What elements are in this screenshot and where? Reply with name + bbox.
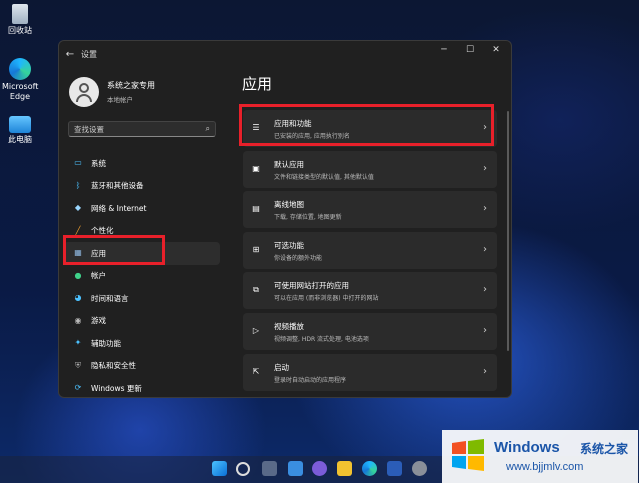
sidebar-item-gaming[interactable]: ◉ 游戏 (64, 310, 220, 333)
desktop-icon-edge[interactable]: Microsoft Edge (2, 58, 38, 102)
task-view-icon[interactable] (262, 461, 277, 476)
search-input[interactable]: 查找设置 ⌕ (68, 121, 216, 137)
watermark-brand: Windows (494, 439, 560, 456)
card-optional-features[interactable]: ⊞ 可选功能 你设备的额外功能 › (243, 231, 497, 269)
widgets-icon[interactable] (288, 461, 303, 476)
card-title: 视频播放 (274, 321, 304, 331)
chevron-right-icon: › (483, 324, 487, 336)
card-offline-maps[interactable]: ▤ 离线地图 下载, 存储位置, 地图更新 › (243, 191, 497, 229)
sidebar-item-network[interactable]: ◆ 网络 & Internet (64, 197, 220, 220)
card-title: 可选功能 (274, 240, 304, 250)
sidebar-item-label: 帐户 (91, 271, 106, 281)
card-description: 视频调整, HDR 流式处理, 电池选项 (274, 335, 369, 343)
maximize-button[interactable]: ☐ (457, 45, 483, 55)
chevron-right-icon: › (483, 284, 487, 296)
card-startup[interactable]: ⇱ 启动 登录时自动启动的应用程序 › (243, 353, 497, 391)
card-title: 可使用网站打开的应用 (274, 281, 349, 291)
default-apps-icon: ▣ (252, 163, 260, 173)
sidebar-item-label: 系统 (91, 158, 106, 168)
desktop-icon-label: 此电脑 (8, 135, 32, 144)
sidebar-item-system[interactable]: ▭ 系统 (64, 152, 220, 175)
map-icon: ▤ (252, 204, 260, 214)
sidebar-item-label: 游戏 (91, 316, 106, 326)
start-icon[interactable] (212, 461, 227, 476)
video-icon: ▷ (252, 325, 260, 335)
optional-features-icon: ⊞ (252, 244, 260, 254)
profile-name: 系统之家专用 (107, 81, 155, 90)
scrollbar[interactable] (507, 111, 509, 351)
sidebar-item-windows-update[interactable]: ⟳ Windows 更新 (64, 377, 220, 397)
bluetooth-icon: ᛒ (75, 180, 81, 190)
avatar (69, 77, 99, 107)
card-title: 离线地图 (274, 200, 304, 210)
chevron-right-icon: › (483, 162, 487, 174)
card-description: 文件和链接类型的默认值, 其他默认值 (274, 173, 374, 181)
edge-icon (9, 58, 31, 80)
chevron-right-icon: › (483, 365, 487, 377)
window-title: 设置 (81, 49, 97, 59)
minimize-button[interactable]: ─ (431, 45, 457, 55)
globe-clock-icon: ◕ (74, 293, 82, 303)
settings-window: ← 设置 ─ ☐ ✕ 系统之家专用 本地帐户 查找设置 ⌕ ▭ 系统 ᛒ 蓝牙和其他… (58, 40, 512, 398)
page-title: 应用 (242, 75, 273, 93)
sidebar-item-label: 网络 & Internet (91, 203, 147, 213)
sidebar-item-bluetooth[interactable]: ᛒ 蓝牙和其他设备 (64, 175, 220, 198)
card-video-playback[interactable]: ▷ 视频播放 视频调整, HDR 流式处理, 电池选项 › (243, 312, 497, 350)
watermark-site-name: 系统之家 (580, 442, 629, 456)
chat-icon[interactable] (312, 461, 327, 476)
monitor-icon: ▭ (74, 158, 82, 168)
highlight-box-apps (63, 235, 165, 265)
profile-account-type: 本地帐户 (107, 96, 133, 104)
desktop-icon-this-pc[interactable]: 此电脑 (2, 116, 38, 145)
startup-icon: ⇱ (252, 366, 260, 376)
profile[interactable]: 系统之家专用 本地帐户 (69, 77, 155, 107)
sidebar-item-accessibility[interactable]: ✦ 辅助功能 (64, 332, 220, 355)
sidebar-nav: ▭ 系统 ᛒ 蓝牙和其他设备 ◆ 网络 & Internet ╱ 个性化 ▦ 应用 ● 帐户… (64, 152, 220, 397)
sidebar-item-label: 隐私和安全性 (91, 361, 136, 371)
chevron-right-icon: › (483, 243, 487, 255)
card-title: 默认应用 (274, 159, 304, 169)
sidebar-item-accounts[interactable]: ● 帐户 (64, 265, 220, 288)
desktop-icon-label: Microsoft Edge (2, 82, 39, 101)
card-default-apps[interactable]: ▣ 默认应用 文件和链接类型的默认值, 其他默认值 › (243, 150, 497, 188)
card-description: 登录时自动启动的应用程序 (274, 376, 347, 384)
edge-icon[interactable] (362, 461, 377, 476)
shield-icon: ⛨ (75, 360, 81, 370)
gamepad-icon: ◉ (74, 315, 82, 325)
file-explorer-icon[interactable] (337, 461, 352, 476)
card-apps-for-websites[interactable]: ⧉ 可使用网站打开的应用 可以在应用 (而非浏览器) 中打开的网站 › (243, 272, 497, 310)
card-description: 你设备的额外功能 (274, 254, 323, 262)
sidebar-item-privacy[interactable]: ⛨ 隐私和安全性 (64, 355, 220, 378)
back-arrow-icon[interactable]: ← (59, 49, 81, 60)
person-icon: ● (74, 270, 82, 280)
desktop-icon-recycle-bin[interactable]: 回收站 (2, 4, 38, 36)
sidebar-item-label: 时间和语言 (91, 293, 129, 303)
chevron-right-icon: › (483, 203, 487, 215)
web-apps-icon: ⧉ (253, 285, 259, 295)
desktop-icon-label: 回收站 (8, 26, 32, 35)
sidebar-item-label: Windows 更新 (91, 383, 142, 393)
search-icon: ⌕ (205, 124, 210, 133)
computer-icon (9, 116, 31, 133)
wifi-icon: ◆ (74, 203, 82, 213)
settings-cards: ☰ 应用和功能 已安装的应用, 应用执行别名 › ▣ 默认应用 文件和链接类型的… (243, 110, 497, 394)
card-title: 启动 (274, 362, 289, 372)
search-placeholder: 查找设置 (74, 124, 104, 134)
watermark-url: www.bjjmlv.com (506, 461, 584, 473)
sidebar-item-label: 辅助功能 (91, 338, 121, 348)
settings-gear-icon[interactable] (412, 461, 427, 476)
sidebar-item-label: 蓝牙和其他设备 (91, 181, 144, 191)
recycle-bin-icon (12, 4, 28, 24)
watermark: Windows 系统之家 www.bjjmlv.com (442, 430, 638, 483)
sidebar-item-time-language[interactable]: ◕ 时间和语言 (64, 287, 220, 310)
store-icon[interactable] (387, 461, 402, 476)
card-description: 下载, 存储位置, 地图更新 (274, 214, 342, 222)
search-icon[interactable] (236, 462, 250, 476)
windows-logo-icon (452, 439, 484, 471)
card-description: 可以在应用 (而非浏览器) 中打开的网站 (274, 295, 379, 303)
update-icon: ⟳ (74, 383, 82, 393)
close-button[interactable]: ✕ (483, 45, 509, 55)
highlight-box-apps-features (239, 104, 494, 146)
accessibility-icon: ✦ (74, 338, 82, 348)
